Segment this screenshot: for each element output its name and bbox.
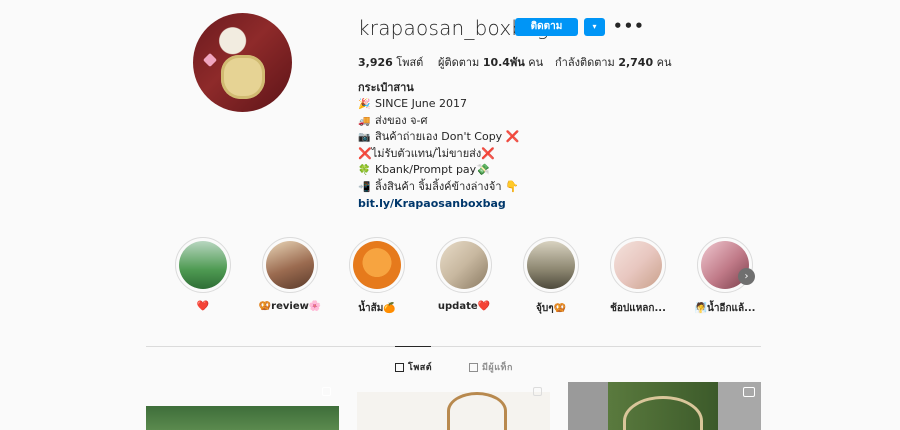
multiple-photos-icon: [322, 387, 331, 396]
clover-icon: 🍀: [358, 164, 371, 176]
story-highlight[interactable]: 🥨review🌸: [259, 237, 321, 312]
post-thumbnail[interactable]: [357, 382, 550, 430]
multiple-photos-icon: [533, 387, 542, 396]
more-options-icon[interactable]: •••: [613, 17, 645, 35]
highlight-label: update❤️: [437, 301, 491, 312]
follow-button[interactable]: ติดตาม: [515, 18, 578, 36]
story-highlight[interactable]: ช้อปแหลก...: [610, 237, 666, 314]
video-icon: [743, 387, 755, 397]
active-tab-indicator: [395, 346, 431, 347]
bio-line: 🚚 ส่งของ จ-ศ: [358, 113, 519, 130]
camera-icon: 📷: [358, 132, 371, 144]
highlight-label: 🥨review🌸: [258, 301, 322, 312]
story-highlight[interactable]: update❤️: [436, 237, 492, 312]
followers-count[interactable]: ผู้ติดตาม 10.4พัน คน: [438, 53, 543, 71]
profile-bio: กระเป๋าสาน 🎉 SINCE June 2017 🚚 ส่งของ จ-ศ …: [358, 80, 519, 211]
highlight-label: ช้อปแหลก...: [610, 303, 666, 314]
bio-line: 🍀 Kbank/Prompt pay💸: [358, 162, 519, 179]
post-thumbnail[interactable]: [568, 382, 761, 430]
highlight-label: 🧖น้ำอีกแล้...: [694, 303, 756, 314]
story-highlight[interactable]: ❤️: [175, 237, 231, 312]
highlight-label: ❤️: [196, 301, 210, 312]
profile-name: กระเป๋าสาน: [358, 81, 414, 94]
heart-icon: [202, 52, 218, 68]
following-count[interactable]: กำลังติดตาม 2,740 คน: [555, 53, 672, 71]
post-thumbnail[interactable]: [146, 382, 339, 430]
tab-posts[interactable]: โพสต์: [395, 360, 432, 374]
tag-icon: [469, 362, 478, 372]
party-icon: 🎉: [358, 98, 371, 110]
chevron-right-icon[interactable]: ›: [738, 268, 755, 285]
bio-link[interactable]: bit.ly/Krapaosanboxbag: [358, 196, 519, 212]
bio-line: ❌ไม่รับตัวแทน/ไม่ขายส่ง❌: [358, 147, 495, 161]
follow-dropdown-button[interactable]: ▾: [584, 18, 605, 36]
truck-icon: 🚚: [358, 115, 371, 127]
story-highlight[interactable]: จุ้บๆ🥨: [523, 237, 579, 314]
phone-icon: 📲: [358, 181, 371, 193]
grid-icon: [395, 362, 404, 372]
posts-count: 3,926 โพสต์: [358, 56, 424, 69]
bio-line: 📲 ลิ้งสินค้า จิ้มลิ้งค์ข้างล่างจ้า 👇: [358, 179, 519, 196]
profile-avatar[interactable]: [193, 13, 292, 112]
bio-line: 🎉 SINCE June 2017: [358, 96, 519, 113]
story-highlight[interactable]: น้ำส้ม🍊: [349, 237, 405, 314]
highlight-label: น้ำส้ม🍊: [358, 303, 396, 314]
bio-line: 📷 สินค้าถ่ายเอง Don't Copy ❌: [358, 129, 519, 146]
highlight-label: จุ้บๆ🥨: [535, 303, 567, 314]
tab-tagged[interactable]: มีผู้แท็ก: [469, 360, 513, 374]
tabs-divider: [146, 346, 761, 347]
avatar-bag-shape: [221, 55, 265, 99]
